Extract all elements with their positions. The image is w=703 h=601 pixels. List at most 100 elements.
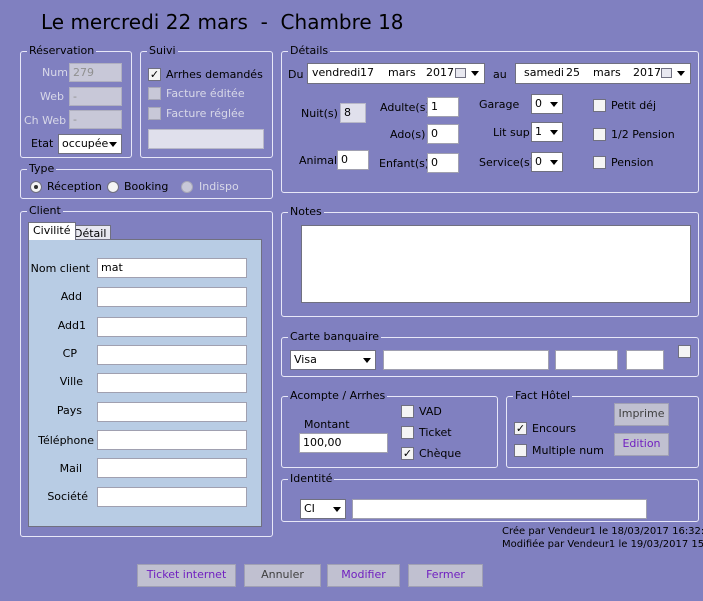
suivi-field[interactable] [148,129,264,149]
animal-field[interactable]: 0 [337,150,369,170]
indispo-label: Indispo [199,180,239,193]
identite-type-select[interactable]: CI [300,499,346,519]
montant-field[interactable]: 100,00 [299,433,388,453]
ticket-checkbox[interactable] [401,426,414,439]
client-legend: Client [27,204,63,218]
identite-legend: Identité [288,472,335,486]
au-label: au [493,68,507,81]
ticket-label: Ticket [419,426,452,439]
du-label: Du [288,68,304,81]
pays-field[interactable] [97,402,247,422]
facture-editee-checkbox[interactable] [148,87,161,100]
montant-label: Montant [304,418,350,431]
acompte-legend: Acompte / Arrhes [288,389,388,403]
nuits-label: Nuit(s) [301,107,338,120]
etat-select[interactable]: occupée [58,134,122,154]
chweb-field[interactable]: - [69,110,122,129]
societe-field[interactable] [97,487,247,507]
web-field[interactable]: - [69,87,122,106]
litsup-value: 1 [535,125,542,138]
page-title: Le mercredi 22 mars - Chambre 18 [41,10,404,34]
telephone-field[interactable] [97,430,247,450]
details-legend: Détails [288,44,331,58]
facture-reglee-label: Facture réglée [166,107,245,120]
chevron-down-icon [333,507,341,512]
ville-field[interactable] [97,373,247,393]
indispo-radio[interactable] [181,181,193,193]
add-label: Add [60,290,82,303]
created-info: Crée par Vendeur1 le 18/03/2017 16:32:0 [502,526,703,537]
notes-textarea[interactable] [301,225,691,303]
modified-info: Modifiée par Vendeur1 le 19/03/2017 15:5 [502,539,703,550]
imprime-button[interactable]: Imprime [614,403,669,426]
annuler-button[interactable]: Annuler [244,564,321,587]
encours-label: Encours [532,422,576,435]
facture-reglee-checkbox[interactable] [148,107,161,120]
multiple-checkbox[interactable] [514,444,527,457]
garage-value: 0 [535,97,542,110]
add1-label: Add1 [57,319,86,332]
notes-legend: Notes [288,205,324,219]
edition-button[interactable]: Edition [614,433,669,456]
nom-field[interactable]: mat [97,258,247,278]
ados-field[interactable]: 0 [427,124,459,144]
arrhes-checkbox[interactable]: ✓ [148,68,161,81]
add1-field[interactable] [97,317,247,337]
ville-label: Ville [59,375,83,388]
chweb-label: Ch Web [24,114,67,127]
pension-checkbox[interactable] [593,156,606,169]
booking-radio[interactable] [107,181,119,193]
fermer-button[interactable]: Fermer [408,564,483,587]
du-date-picker[interactable]: vendredi 17 mars 2017 [307,63,485,84]
chevron-down-icon [550,160,558,165]
demipension-checkbox[interactable] [593,128,606,141]
chevron-down-icon [109,142,117,147]
acompte-group: Acompte / Arrhes [281,389,498,468]
identite-number-field[interactable] [352,499,647,519]
du-date: 17 [360,66,374,79]
add-field[interactable] [97,287,247,307]
petitdej-label: Petit déj [611,99,656,112]
cp-label: CP [62,347,77,360]
calendar-icon [455,68,466,78]
vad-checkbox[interactable] [401,405,414,418]
carte-cvv-field[interactable] [626,350,664,370]
petitdej-checkbox[interactable] [593,99,606,112]
cheque-checkbox[interactable]: ✓ [401,447,414,460]
type-legend: Type [27,162,57,176]
au-year: 2017 [633,66,661,79]
au-date-picker[interactable]: samedi 25 mars 2017 [515,63,691,84]
chevron-down-icon [363,358,371,363]
reception-radio[interactable] [30,181,42,193]
booking-label: Booking [124,180,169,193]
enfants-label: Enfant(s) [379,157,430,170]
carte-checkbox[interactable] [678,345,691,358]
nuits-field[interactable]: 8 [340,103,366,123]
enfants-field[interactable]: 0 [427,153,459,173]
chevron-down-icon [550,102,558,107]
arrhes-label: Arrhes demandés [166,68,263,81]
adultes-field[interactable]: 1 [427,97,459,117]
du-year: 2017 [426,66,454,79]
mail-field[interactable] [97,458,247,478]
animal-label: Animal [299,154,338,167]
carte-type-select[interactable]: Visa [290,350,376,370]
service-select[interactable]: 0 [531,152,563,172]
mail-label: Mail [59,462,82,475]
carte-expiry-field[interactable] [555,350,618,370]
cp-field[interactable] [97,345,247,365]
identite-type-value: CI [304,502,315,515]
adultes-label: Adulte(s) [380,101,430,114]
encours-checkbox[interactable]: ✓ [514,422,527,435]
modifier-button[interactable]: Modifier [327,564,400,587]
societe-label: Société [47,490,88,503]
garage-select[interactable]: 0 [531,94,563,114]
carte-number-field[interactable] [383,350,549,370]
num-field[interactable]: 279 [69,63,122,82]
calendar-icon [661,68,672,78]
reservation-legend: Réservation [27,44,97,58]
au-date: 25 [566,66,580,79]
tab-civilite[interactable]: Civilité [28,222,76,240]
litsup-select[interactable]: 1 [531,122,563,142]
ticket-internet-button[interactable]: Ticket internet [137,564,236,587]
